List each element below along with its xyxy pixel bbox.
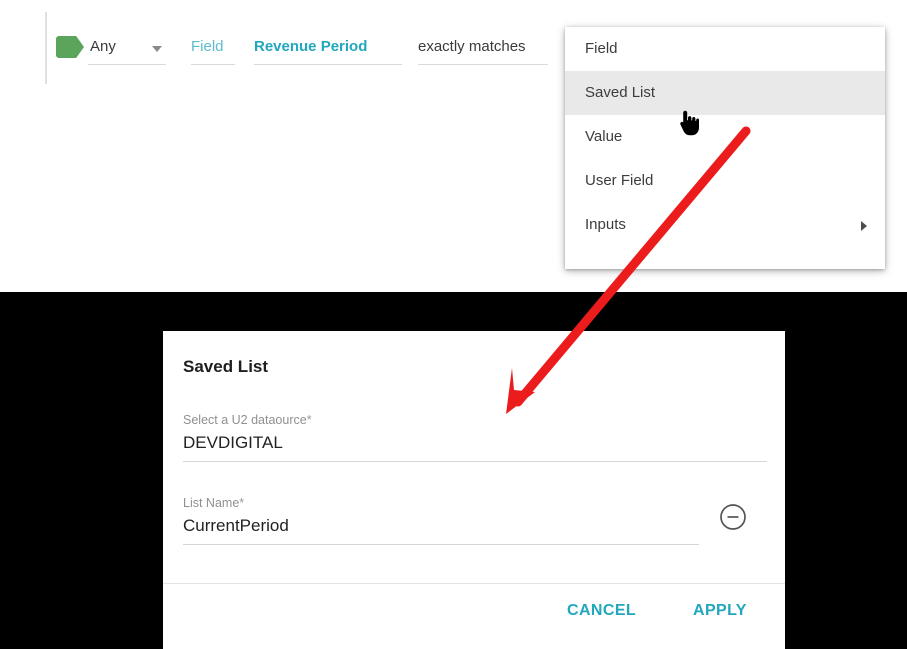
menu-item-saved-list[interactable]: Saved List xyxy=(565,71,885,115)
screenshot-root: Any Field Revenue Period exactly matches… xyxy=(0,0,907,649)
list-name-label-text: List Name xyxy=(183,496,240,510)
menu-item-field[interactable]: Field xyxy=(565,27,885,71)
scope-select-value: Any xyxy=(90,38,116,55)
saved-list-dialog: Saved List Select a U2 dataource* DEVDIG… xyxy=(163,331,785,649)
list-name-input[interactable]: CurrentPeriod xyxy=(183,516,699,545)
datasource-label-text: Select a U2 dataource xyxy=(183,413,307,427)
chevron-right-icon xyxy=(861,221,867,231)
dialog-title: Saved List xyxy=(183,357,269,376)
dialog-action-bar: CANCEL APPLY xyxy=(163,584,785,649)
menu-item-label: Value xyxy=(585,128,623,145)
datasource-input[interactable]: DEVDIGITAL xyxy=(183,433,767,462)
field-name-label: Revenue Period xyxy=(254,38,368,55)
menu-item-user-field[interactable]: User Field xyxy=(565,159,885,203)
required-marker: * xyxy=(239,496,245,510)
menu-item-label: Saved List xyxy=(585,84,656,101)
list-name-field-label: List Name* xyxy=(183,496,699,510)
cancel-button[interactable]: CANCEL xyxy=(567,602,636,620)
scope-select[interactable]: Any xyxy=(88,35,166,65)
apply-button[interactable]: APPLY xyxy=(693,602,747,620)
field-type-chip[interactable]: Field xyxy=(191,35,235,65)
tag-icon xyxy=(56,36,84,58)
field-name-chip[interactable]: Revenue Period xyxy=(254,35,402,65)
operator-label: exactly matches xyxy=(418,38,526,55)
menu-item-label: Inputs xyxy=(585,216,626,233)
chevron-down-icon xyxy=(152,46,162,52)
menu-item-label: User Field xyxy=(585,172,654,189)
value-type-dropdown-menu[interactable]: Field Saved List Value User Field Inputs xyxy=(565,27,885,269)
datasource-field-group: Select a U2 dataource* DEVDIGITAL xyxy=(183,413,767,462)
list-name-field-group: List Name* CurrentPeriod xyxy=(183,496,699,545)
menu-item-label: Field xyxy=(585,40,618,57)
field-type-label: Field xyxy=(191,38,224,55)
menu-item-value[interactable]: Value xyxy=(565,115,885,159)
minus-circle-icon[interactable] xyxy=(719,503,747,531)
menu-item-inputs[interactable]: Inputs xyxy=(565,203,885,247)
required-marker: * xyxy=(306,413,312,427)
rule-group-divider xyxy=(45,12,47,84)
pointing-hand-cursor xyxy=(680,110,699,136)
datasource-field-label: Select a U2 dataource* xyxy=(183,413,767,427)
operator-chip[interactable]: exactly matches xyxy=(418,35,548,65)
